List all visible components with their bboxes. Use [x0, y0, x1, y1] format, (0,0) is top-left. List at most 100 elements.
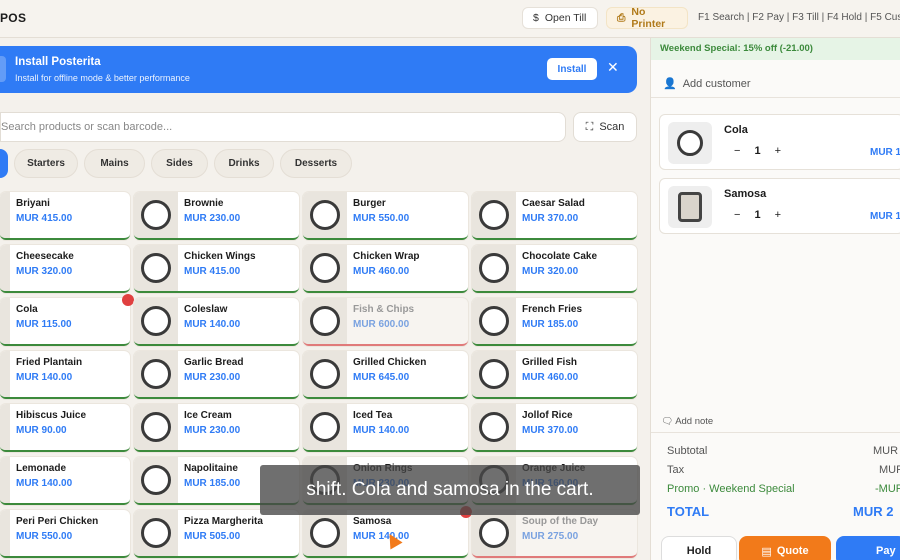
- scan-button[interactable]: ⛶ Scan: [573, 112, 637, 142]
- product-thumbnail: [472, 192, 516, 238]
- category-desserts[interactable]: Desserts: [280, 149, 352, 178]
- product-price: MUR 460.00: [353, 266, 410, 277]
- category-drinks[interactable]: Drinks: [214, 149, 274, 178]
- product-name: Cola: [16, 304, 38, 315]
- product-card[interactable]: Grilled Fish MUR 460.00: [472, 351, 637, 399]
- product-card[interactable]: Burger MUR 550.00: [303, 192, 468, 240]
- open-till-label: Open Till: [544, 12, 587, 24]
- open-till-button[interactable]: $ Open Till: [522, 7, 598, 29]
- product-card[interactable]: Chicken Wrap MUR 460.00: [303, 245, 468, 293]
- pay-button[interactable]: Pay: [836, 536, 900, 560]
- product-thumbnail: [134, 404, 178, 450]
- product-name: Coleslaw: [184, 304, 228, 315]
- product-card[interactable]: Soup of the Day MUR 275.00: [472, 510, 637, 558]
- cart-item[interactable]: Samosa − 1 + MUR 1: [659, 178, 900, 234]
- product-thumbnail: [303, 192, 347, 238]
- product-thumbnail: [134, 351, 178, 397]
- add-customer-button[interactable]: 👤 Add customer: [651, 70, 900, 98]
- total-value: MUR 2: [853, 504, 894, 519]
- product-price: MUR 140.00: [16, 372, 73, 383]
- product-card[interactable]: Pizza Margherita MUR 505.00: [134, 510, 299, 558]
- product-price: MUR 275.00: [522, 531, 579, 542]
- product-name: Chicken Wings: [184, 251, 256, 262]
- category-sides[interactable]: Sides: [151, 149, 208, 178]
- product-price: MUR 230.00: [184, 425, 241, 436]
- product-card[interactable]: Hibiscus Juice MUR 90.00: [0, 404, 130, 452]
- product-card[interactable]: Garlic Bread MUR 230.00: [134, 351, 299, 399]
- scan-icon: ⛶: [585, 120, 594, 133]
- product-price: MUR 140.00: [353, 425, 410, 436]
- top-bar: POS $ Open Till ⎙ No Printer F1 Search |…: [0, 0, 900, 38]
- product-price: MUR 230.00: [184, 213, 241, 224]
- product-name: Samosa: [353, 516, 392, 527]
- product-card[interactable]: Coleslaw MUR 140.00: [134, 298, 299, 346]
- product-thumbnail: [0, 404, 10, 450]
- product-card[interactable]: Fish & Chips MUR 600.00: [303, 298, 468, 346]
- product-thumbnail: [0, 245, 10, 291]
- product-card[interactable]: Lemonade MUR 140.00: [0, 457, 130, 505]
- product-card[interactable]: Brownie MUR 230.00: [134, 192, 299, 240]
- user-icon: 👤: [663, 78, 677, 90]
- product-thumbnail: [472, 245, 516, 291]
- minus-icon[interactable]: −: [734, 209, 740, 221]
- product-price: MUR 185.00: [184, 478, 241, 489]
- cart-item-qty: 1: [754, 209, 761, 221]
- product-name: Caesar Salad: [522, 198, 585, 209]
- cart-panel: Weekend Special: 15% off (-21.00) 👤 Add …: [650, 38, 900, 560]
- product-price: MUR 415.00: [184, 266, 241, 277]
- product-card[interactable]: Ice Cream MUR 230.00: [134, 404, 299, 452]
- product-card[interactable]: Fried Plantain MUR 140.00: [0, 351, 130, 399]
- install-button[interactable]: Install: [547, 58, 597, 80]
- keyboard-shortcuts: F1 Search | F2 Pay | F3 Till | F4 Hold |…: [698, 12, 900, 23]
- product-price: MUR 460.00: [522, 372, 579, 383]
- product-name: Briyani: [16, 198, 50, 209]
- product-card[interactable]: Grilled Chicken MUR 645.00: [303, 351, 468, 399]
- product-card[interactable]: Chicken Wings MUR 415.00: [134, 245, 299, 293]
- cart-item[interactable]: Cola − 1 + MUR 1: [659, 114, 900, 170]
- cart-item-name: Samosa: [724, 188, 767, 200]
- product-price: MUR 140.00: [16, 478, 73, 489]
- product-name: Grilled Chicken: [353, 357, 427, 368]
- category-all[interactable]: [0, 149, 8, 178]
- plus-icon[interactable]: +: [775, 145, 781, 157]
- product-card[interactable]: Iced Tea MUR 140.00: [303, 404, 468, 452]
- document-icon: ▤: [761, 545, 772, 558]
- category-starters[interactable]: Starters: [14, 149, 78, 178]
- hold-button[interactable]: Hold: [661, 536, 737, 560]
- product-price: MUR 90.00: [16, 425, 67, 436]
- category-mains[interactable]: Mains: [84, 149, 145, 178]
- add-note-button[interactable]: 🗨 Add note: [661, 416, 713, 427]
- product-name: French Fries: [522, 304, 583, 315]
- product-card[interactable]: Samosa MUR 140.00: [303, 510, 468, 558]
- cart-item-price: MUR 1: [870, 147, 900, 158]
- product-card[interactable]: Briyani MUR 415.00: [0, 192, 130, 240]
- product-name: Iced Tea: [353, 410, 393, 421]
- product-name: Chocolate Cake: [522, 251, 598, 262]
- plus-icon[interactable]: +: [775, 209, 781, 221]
- product-price: MUR 320.00: [522, 266, 579, 277]
- product-thumbnail: [472, 298, 516, 344]
- no-printer-button[interactable]: ⎙ No Printer: [606, 6, 688, 30]
- note-icon: 🗨: [661, 416, 674, 427]
- product-card[interactable]: Chocolate Cake MUR 320.00: [472, 245, 637, 293]
- search-input[interactable]: Search products or scan barcode...: [0, 112, 566, 142]
- minus-icon[interactable]: −: [734, 145, 740, 157]
- close-icon[interactable]: ✕: [607, 59, 619, 76]
- promo-label: Promo · Weekend Special: [667, 483, 795, 495]
- quote-button[interactable]: ▤ Quote: [739, 536, 831, 560]
- product-thumbnail: [0, 351, 10, 397]
- product-card[interactable]: Cola MUR 115.00: [0, 298, 130, 346]
- product-thumbnail: [472, 351, 516, 397]
- product-card[interactable]: Cheesecake MUR 320.00: [0, 245, 130, 293]
- product-card[interactable]: Caesar Salad MUR 370.00: [472, 192, 637, 240]
- product-thumbnail: [0, 192, 10, 238]
- category-tabs: Starters Mains Sides Drinks Desserts: [0, 149, 352, 178]
- product-card[interactable]: Jollof Rice MUR 370.00: [472, 404, 637, 452]
- product-card[interactable]: Peri Peri Chicken MUR 550.00: [0, 510, 130, 558]
- product-price: MUR 370.00: [522, 213, 579, 224]
- product-name: Pizza Margherita: [184, 516, 263, 527]
- product-card[interactable]: French Fries MUR 185.00: [472, 298, 637, 346]
- product-name: Chicken Wrap: [353, 251, 420, 262]
- product-price: MUR 550.00: [353, 213, 410, 224]
- product-thumbnail: [303, 298, 347, 344]
